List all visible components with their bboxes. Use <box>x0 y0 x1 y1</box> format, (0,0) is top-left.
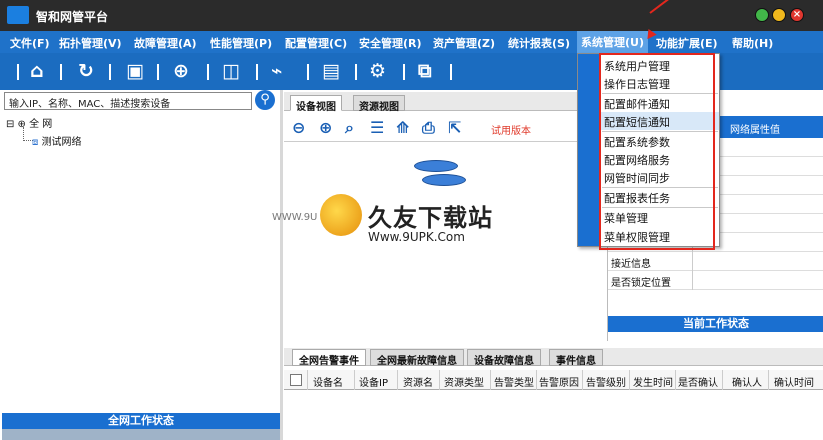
menu-reports[interactable]: 统计报表(S) <box>508 35 570 51</box>
toolbar-separator <box>307 64 309 80</box>
trial-version-label: 试用版本 <box>491 126 531 137</box>
menu-config[interactable]: 配置管理(C) <box>285 35 347 51</box>
topology-canvas[interactable]: WWW.9U 久友下载站 Www.9UPK.Com <box>272 141 607 341</box>
tab-all-alarm-events[interactable]: 全网告警事件 <box>292 349 366 367</box>
column-confirmer[interactable]: 确认人 <box>732 374 762 389</box>
network-cloud-icon[interactable] <box>414 160 474 190</box>
menu-extensions[interactable]: 功能扩展(E) <box>656 35 718 51</box>
tree-child[interactable]: ⧈ 测试网络 <box>32 133 82 148</box>
globe-icon[interactable]: ⊕ <box>173 60 189 82</box>
tab-latest-faults[interactable]: 全网最新故障信息 <box>370 349 464 367</box>
device-icon[interactable]: ◫ <box>222 60 240 82</box>
home-icon[interactable]: ⌂ <box>30 60 44 82</box>
menu-performance[interactable]: 性能管理(P) <box>210 35 272 51</box>
toolbar-separator <box>207 64 209 80</box>
toolbar-separator <box>60 64 62 80</box>
layout-icon[interactable]: ⟰ <box>396 118 409 137</box>
list-icon[interactable]: ☰ <box>370 118 384 137</box>
left-status-title: 全网工作状态 <box>2 413 280 429</box>
toolbar-separator <box>17 64 19 80</box>
tab-device-faults[interactable]: 设备故障信息 <box>467 349 541 367</box>
app-title: 智和网管平台 <box>36 10 109 24</box>
search-icon[interactable]: ⚲ <box>255 90 275 110</box>
menu-system[interactable]: 系统管理(U) <box>577 31 648 53</box>
select-all-checkbox[interactable] <box>290 374 302 386</box>
column-resource-type[interactable]: 资源类型 <box>444 374 484 389</box>
close-button[interactable]: × <box>790 8 804 22</box>
toolbar-separator <box>256 64 258 80</box>
tab-resource-view[interactable]: 资源视图 <box>353 95 405 113</box>
property-header-label: 网络属性值 <box>730 125 780 136</box>
column-confirmed[interactable]: 是否确认 <box>678 374 718 389</box>
app-logo-icon <box>7 6 29 24</box>
menu-security[interactable]: 安全管理(R) <box>359 35 422 51</box>
chart-icon[interactable]: ⌁ <box>271 60 282 82</box>
right-status-title: 当前工作状态 <box>608 316 823 332</box>
network-icon: ⧈ <box>32 137 39 148</box>
refresh-icon[interactable]: ↻ <box>78 60 94 82</box>
column-device-ip[interactable]: 设备IP <box>359 374 388 389</box>
column-occurrence-time[interactable]: 发生时间 <box>633 374 673 389</box>
alarm-table-header: 设备名 设备IP 资源名 资源类型 告警类型 告警原因 告警级别 发生时间 是否… <box>284 370 823 390</box>
menu-help[interactable]: 帮助(H) <box>732 35 773 51</box>
tab-device-view[interactable]: 设备视图 <box>290 95 342 113</box>
window-icon[interactable]: ⧉ <box>418 60 432 82</box>
maximize-button[interactable] <box>772 8 786 22</box>
column-alarm-type[interactable]: 告警类型 <box>494 374 534 389</box>
watermark-prefix: WWW.9U <box>272 212 318 223</box>
minimize-button[interactable] <box>755 8 769 22</box>
menu-icon-strip <box>578 54 600 246</box>
watermark-url: Www.9UPK.Com <box>368 230 465 244</box>
topology-toolbar: ⊖ ⊕ ⌕ ☰ ⟰ ⎙ ⇱ 试用版本 <box>284 114 579 140</box>
zoom-out-icon[interactable]: ⊖ <box>292 118 305 137</box>
watermark-logo-icon <box>320 194 362 236</box>
column-resource-name[interactable]: 资源名 <box>403 374 433 389</box>
event-tabs: 全网告警事件 全网最新故障信息 设备故障信息 事件信息 <box>284 348 823 367</box>
save-icon[interactable]: ▣ <box>126 60 144 82</box>
column-alarm-reason[interactable]: 告警原因 <box>539 374 579 389</box>
menu-asset[interactable]: 资产管理(Z) <box>433 35 495 51</box>
toolbar-separator <box>109 64 111 80</box>
view-tabs: 设备视图 资源视图 <box>284 92 579 113</box>
zoom-in-icon[interactable]: ⊕ <box>319 118 332 137</box>
column-confirm-time[interactable]: 确认时间 <box>774 374 814 389</box>
export-icon[interactable]: ⇱ <box>448 118 461 137</box>
column-alarm-level[interactable]: 告警级别 <box>586 374 626 389</box>
toolbar-separator <box>450 64 452 80</box>
print-icon[interactable]: ⎙ <box>422 118 435 138</box>
panel-splitter[interactable] <box>280 90 283 440</box>
toolbar-separator <box>355 64 357 80</box>
highlight-frame <box>599 53 715 250</box>
menu-file[interactable]: 文件(F) <box>10 35 50 51</box>
tree-child-label: 测试网络 <box>41 137 82 148</box>
toolbar-separator <box>157 64 159 80</box>
toolbar-separator <box>403 64 405 80</box>
menu-topology[interactable]: 拓扑管理(V) <box>59 35 122 51</box>
title-bar: 智和网管平台 × <box>0 0 823 31</box>
left-status-bar <box>2 429 280 440</box>
menu-bar: 文件(F) 拓扑管理(V) 故障管理(A) 性能管理(P) 配置管理(C) 安全… <box>0 31 823 53</box>
watermark-title: 久友下载站 <box>368 204 493 232</box>
partial-property-label: 接近信息 <box>611 259 651 270</box>
monitor-icon[interactable]: ▤ <box>322 60 340 82</box>
column-device-name[interactable]: 设备名 <box>313 374 343 389</box>
settings-icon[interactable]: ⚙ <box>369 60 386 82</box>
menu-fault[interactable]: 故障管理(A) <box>134 35 197 51</box>
property-row[interactable]: 接近信息 <box>608 252 823 271</box>
search-topology-icon[interactable]: ⌕ <box>345 118 354 138</box>
property-row-lock-position[interactable]: 是否锁定位置 <box>608 271 823 290</box>
search-input[interactable]: 输入IP、名称、MAC、描述搜索设备 <box>4 92 252 110</box>
tab-event-info[interactable]: 事件信息 <box>549 349 603 367</box>
